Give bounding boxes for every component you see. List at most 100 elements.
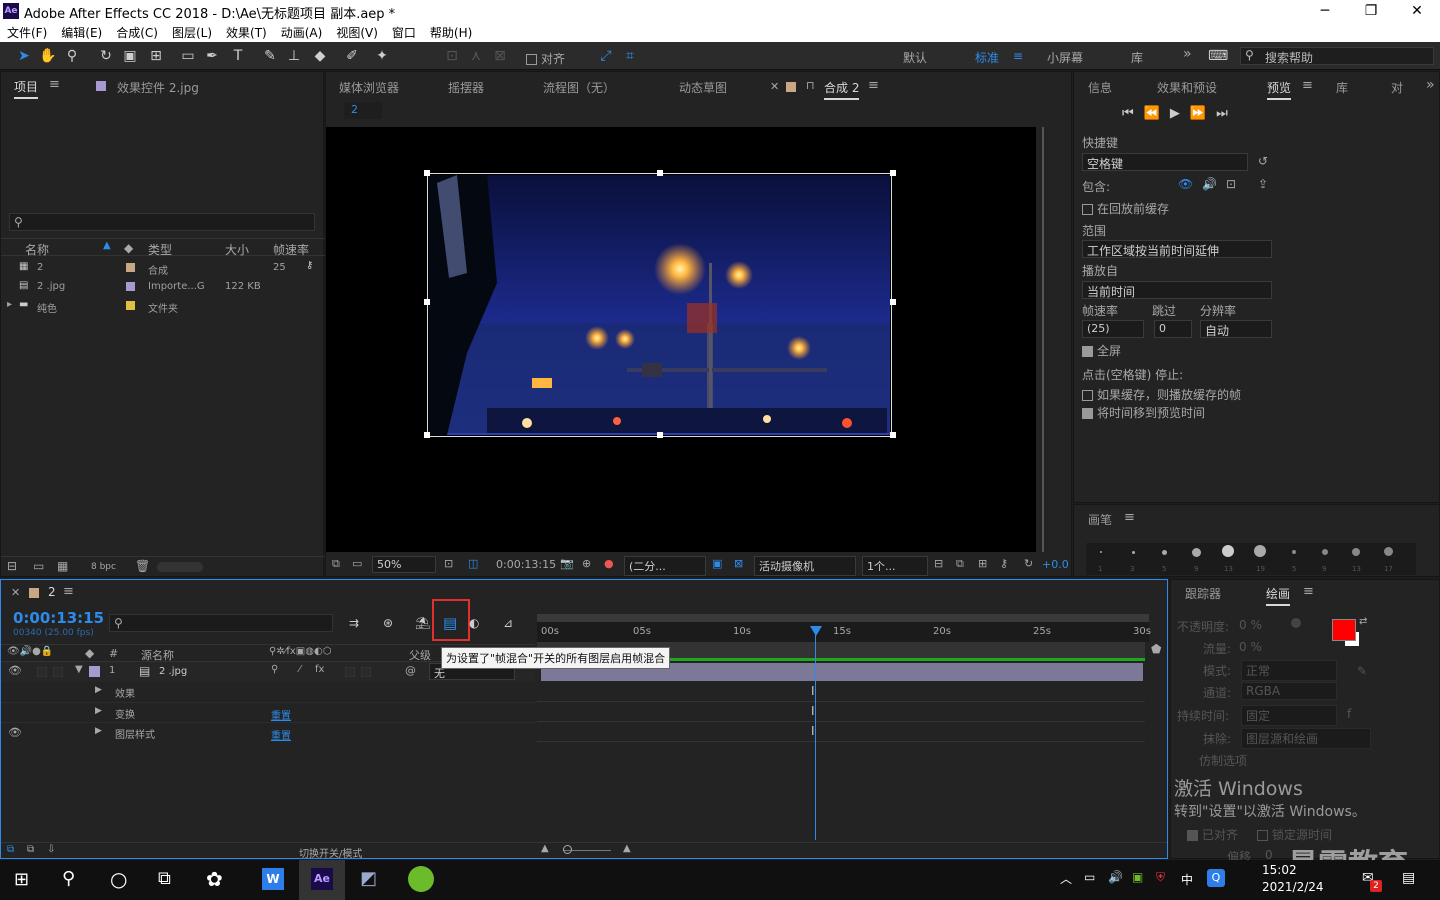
eraser-tool-icon[interactable]: ◆ — [310, 46, 330, 66]
wps-app-icon[interactable]: W — [262, 868, 284, 890]
thumbnail-slider[interactable] — [157, 562, 203, 572]
clone-stamp-tool-icon[interactable]: ⊥ — [284, 46, 304, 66]
hand-tool-icon[interactable]: ✋ — [38, 46, 58, 66]
zoom-slider-thumb[interactable] — [563, 845, 572, 854]
transform-handle[interactable] — [890, 170, 896, 176]
tab-composition[interactable]: 合成 2 — [824, 79, 860, 100]
pan-behind-tool-icon[interactable]: ⊞ — [146, 46, 166, 66]
brush-tool-icon[interactable]: ✎ — [260, 46, 280, 66]
tray-expand-icon[interactable]: ︿ — [1060, 870, 1072, 887]
time-ruler[interactable]: 00s 05s 10s 15s 20s 25s 30s — [537, 622, 1151, 642]
snap-edges-icon[interactable]: ⤢ — [596, 46, 616, 66]
search-help-box[interactable]: ⚲ 搜索帮助 — [1240, 47, 1434, 65]
camera-select[interactable]: 活动摄像机 — [754, 556, 856, 576]
tab-effect-controls[interactable]: 效果控件 2.jpg — [117, 79, 199, 96]
visibility-eye-icon[interactable]: 👁 — [8, 726, 22, 739]
safe-margins-icon[interactable]: ◫ — [468, 557, 478, 570]
workspace-standard[interactable]: 标准 — [975, 49, 999, 66]
motion-blur-switch[interactable] — [361, 667, 371, 677]
col-size[interactable]: 大小 — [225, 241, 249, 258]
include-video-icon[interactable]: 👁 — [1178, 177, 1193, 191]
tab-tracker[interactable]: 跟踪器 — [1185, 585, 1221, 602]
snap-features-icon[interactable]: ⌗ — [620, 46, 640, 66]
move-time-checkbox[interactable]: 将时间移到预览时间 — [1082, 404, 1205, 421]
panel-menu-icon[interactable]: ≡ — [1124, 510, 1135, 525]
brush-tip[interactable] — [1100, 551, 1102, 553]
last-frame-icon[interactable]: ⏭ — [1216, 106, 1238, 121]
ime-indicator[interactable]: 中 — [1181, 871, 1193, 888]
new-composition-icon[interactable]: ▦ — [57, 559, 68, 573]
tab-effects-presets[interactable]: 效果和预设 — [1157, 79, 1217, 96]
always-preview-icon[interactable]: ⧉ — [332, 557, 340, 571]
aligned-checkbox[interactable]: 已对齐 — [1187, 826, 1238, 843]
action-center-icon[interactable]: ▤ — [1402, 870, 1415, 886]
menu-composition[interactable]: 合成(C) — [109, 22, 165, 42]
watermelon-app-icon[interactable] — [408, 866, 434, 892]
toggle-pixel-icon[interactable]: ⊟ — [934, 557, 943, 570]
menu-layer[interactable]: 图层(L) — [165, 22, 219, 42]
zoom-select[interactable]: 50% — [372, 556, 436, 573]
tab-paint[interactable]: 绘画 — [1266, 585, 1291, 606]
tab-flowchart[interactable]: 流程图（无） — [543, 79, 615, 96]
task-view-icon[interactable]: ⧉ — [158, 868, 171, 889]
panel-menu-icon[interactable]: ≡ — [868, 78, 879, 93]
close-tab-icon[interactable]: ✕ — [770, 80, 779, 93]
channel-rgb-icon[interactable]: ● — [604, 557, 614, 570]
frame-blending-icon[interactable]: ▤ — [443, 614, 457, 632]
visibility-eye-icon[interactable]: 👁 — [8, 664, 22, 677]
menu-file[interactable]: 文件(F) — [0, 22, 54, 42]
col-name[interactable]: 名称 — [25, 241, 49, 258]
workspace-library[interactable]: 库 — [1131, 49, 1143, 66]
pinwheel-app-icon[interactable]: ✿ — [206, 867, 223, 891]
timeline-icon[interactable]: ⊞ — [978, 557, 987, 570]
axis-local-icon[interactable]: ⊡ — [442, 46, 462, 66]
project-row[interactable]: ▦ 2 合成 25 ⚷ — [1, 258, 325, 277]
col-fps[interactable]: 帧速率 — [273, 241, 309, 258]
range-select[interactable]: 工作区域按当前时间延伸 — [1082, 240, 1272, 258]
lock-toggle[interactable] — [53, 667, 63, 677]
viewer-timecode[interactable]: 0:00:13:15 — [496, 558, 556, 571]
foreground-color-swatch[interactable] — [1332, 619, 1356, 641]
sort-asc-icon[interactable]: ▲ — [103, 240, 111, 251]
tab-info[interactable]: 信息 — [1088, 79, 1112, 96]
lock-icon[interactable]: ⊓ — [806, 79, 815, 92]
menu-edit[interactable]: 编辑(E) — [54, 22, 109, 42]
clock-date[interactable]: 2021/2/24 — [1262, 880, 1324, 894]
reset-link[interactable]: 重置 — [271, 727, 291, 742]
work-area-bar[interactable] — [537, 614, 1149, 622]
comp-mini-flowchart-icon[interactable]: ⇉ — [349, 616, 359, 630]
label-color-swatch[interactable] — [126, 301, 135, 310]
notes-app-icon[interactable]: ◩ — [360, 868, 377, 889]
col-source-name[interactable]: 源名称 — [141, 647, 174, 663]
duration-select[interactable]: 固定 — [1241, 705, 1337, 726]
shy-layers-icon[interactable]: ⛱ — [415, 616, 430, 630]
draft-3d-icon[interactable]: ⊛ — [383, 616, 393, 630]
menu-effect[interactable]: 效果(T) — [219, 22, 274, 42]
shortcut-select[interactable]: 空格键 — [1082, 153, 1248, 171]
expand-arrow-icon[interactable]: ▶ — [95, 726, 102, 736]
composition-canvas[interactable] — [326, 127, 1036, 552]
fps-select[interactable]: (25) — [1082, 320, 1144, 338]
transform-handle[interactable] — [424, 170, 430, 176]
project-row[interactable]: ▤ 2 .jpg Importe...G 122 KB — [1, 277, 325, 296]
search-help-input[interactable]: 搜索帮助 — [1265, 49, 1313, 66]
col-type[interactable]: 类型 — [148, 241, 172, 258]
expand-arrow-icon[interactable]: ▸ — [7, 299, 12, 310]
col-parent[interactable]: 父级 — [409, 647, 431, 663]
channel-select[interactable]: RGBA — [1241, 682, 1337, 700]
include-overlay-icon[interactable]: ⊡ — [1226, 177, 1236, 191]
exposure-value[interactable]: +0.0 — [1042, 558, 1069, 571]
menu-window[interactable]: 窗口 — [385, 22, 423, 42]
workspace-more-icon[interactable]: » — [1183, 46, 1192, 62]
include-audio-icon[interactable]: 🔊 — [1202, 177, 1217, 191]
after-effects-taskbar-icon[interactable]: Ae — [311, 868, 333, 890]
network-icon[interactable]: ▭ — [1084, 870, 1095, 884]
collapse-arrow-icon[interactable]: ▼ — [75, 664, 83, 675]
export-icon[interactable]: ⇪ — [1258, 177, 1268, 191]
panel-menu-icon[interactable]: ≡ — [63, 584, 74, 599]
clock-time[interactable]: 15:02 — [1262, 863, 1297, 877]
prev-frame-icon[interactable]: ⏪ — [1144, 106, 1170, 121]
tab-wiggler[interactable]: 摇摆器 — [448, 79, 484, 96]
panel-menu-icon[interactable]: ≡ — [49, 77, 60, 92]
viewer-scrollbar[interactable] — [1042, 127, 1044, 552]
